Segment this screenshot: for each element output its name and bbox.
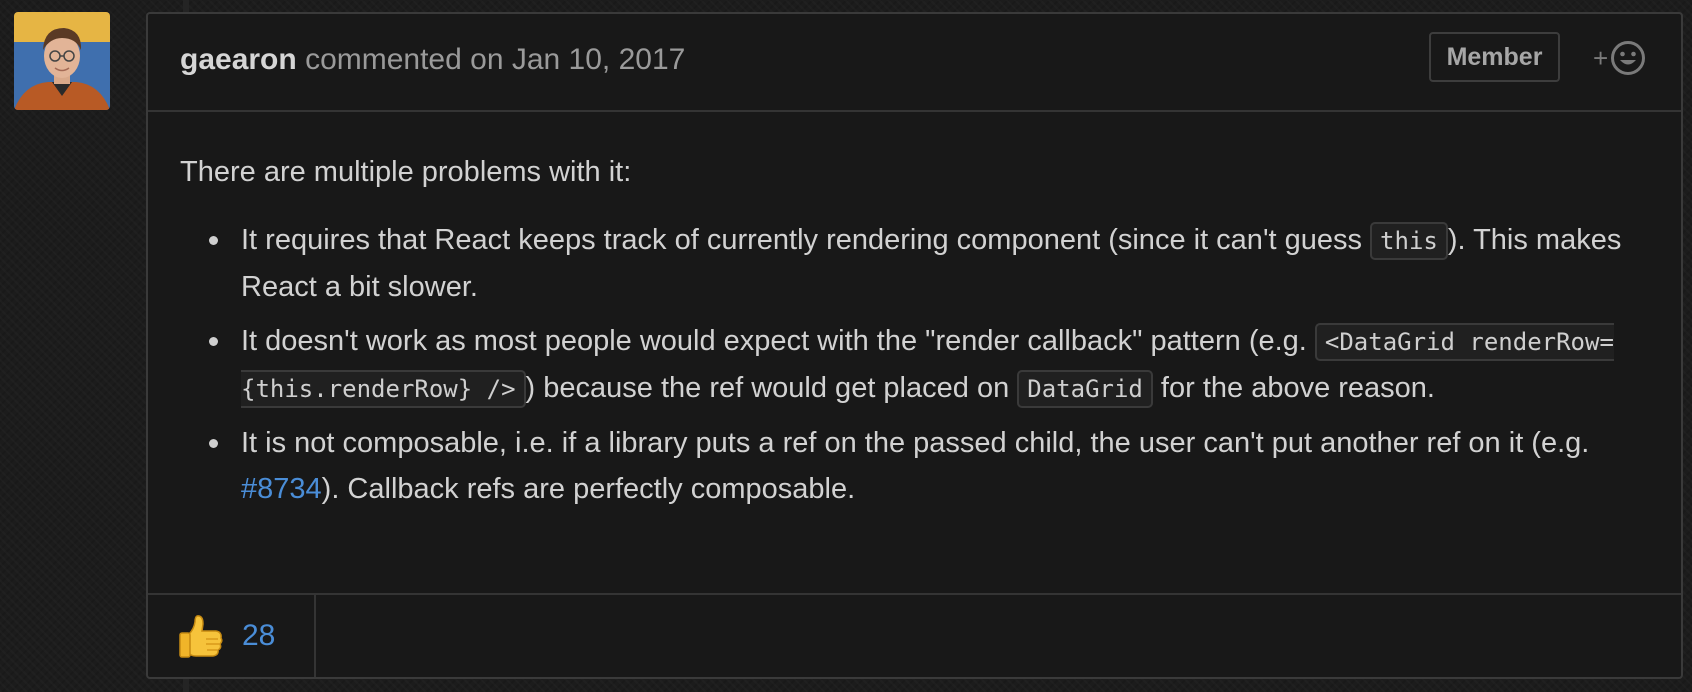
inline-code: this bbox=[1370, 222, 1448, 260]
author-link[interactable]: gaearon bbox=[180, 43, 297, 76]
thumbs-up-icon bbox=[179, 615, 223, 658]
avatar[interactable] bbox=[14, 12, 110, 110]
list-item: It doesn't work as most people would exp… bbox=[209, 318, 1649, 412]
inline-code: DataGrid bbox=[1017, 370, 1153, 408]
bullet-text: It doesn't work as most people would exp… bbox=[241, 325, 1315, 357]
comment-header: gaearon commented on Jan 10, 2017 Member… bbox=[148, 14, 1681, 112]
intro-text: There are multiple problems with it: bbox=[180, 156, 632, 188]
thumbs-up-count: 28 bbox=[242, 619, 276, 652]
thumbs-up-reaction-button[interactable]: 28 bbox=[148, 595, 316, 677]
bullet-text: It requires that React keeps track of cu… bbox=[241, 224, 1371, 256]
comment-timestamp[interactable]: commented on Jan 10, 2017 bbox=[305, 43, 685, 76]
list-item: It requires that React keeps track of cu… bbox=[209, 217, 1649, 310]
reactions-bar: 28 bbox=[148, 593, 1681, 677]
member-badge: Member bbox=[1429, 32, 1560, 82]
smiley-icon bbox=[1611, 41, 1646, 75]
bullet-text: ). Callback refs are perfectly composabl… bbox=[321, 473, 856, 505]
list-item: It is not composable, i.e. if a library … bbox=[209, 420, 1649, 512]
comment-card: gaearon commented on Jan 10, 2017 Member… bbox=[146, 12, 1683, 679]
bullet-text: ) because the ref would get placed on bbox=[525, 372, 1018, 404]
bullet-text: for the above reason. bbox=[1152, 372, 1435, 404]
issue-link[interactable]: #8734 bbox=[241, 473, 322, 505]
problem-list: It requires that React keeps track of cu… bbox=[180, 217, 1649, 512]
comment-meta: gaearon commented on Jan 10, 2017 bbox=[180, 42, 685, 78]
add-reaction-button[interactable]: + bbox=[1593, 38, 1657, 78]
comment-body: There are multiple problems with it: It … bbox=[148, 112, 1681, 512]
bullet-text: It is not composable, i.e. if a library … bbox=[241, 427, 1590, 459]
avatar-image bbox=[14, 12, 110, 110]
plus-sign: + bbox=[1593, 42, 1609, 73]
